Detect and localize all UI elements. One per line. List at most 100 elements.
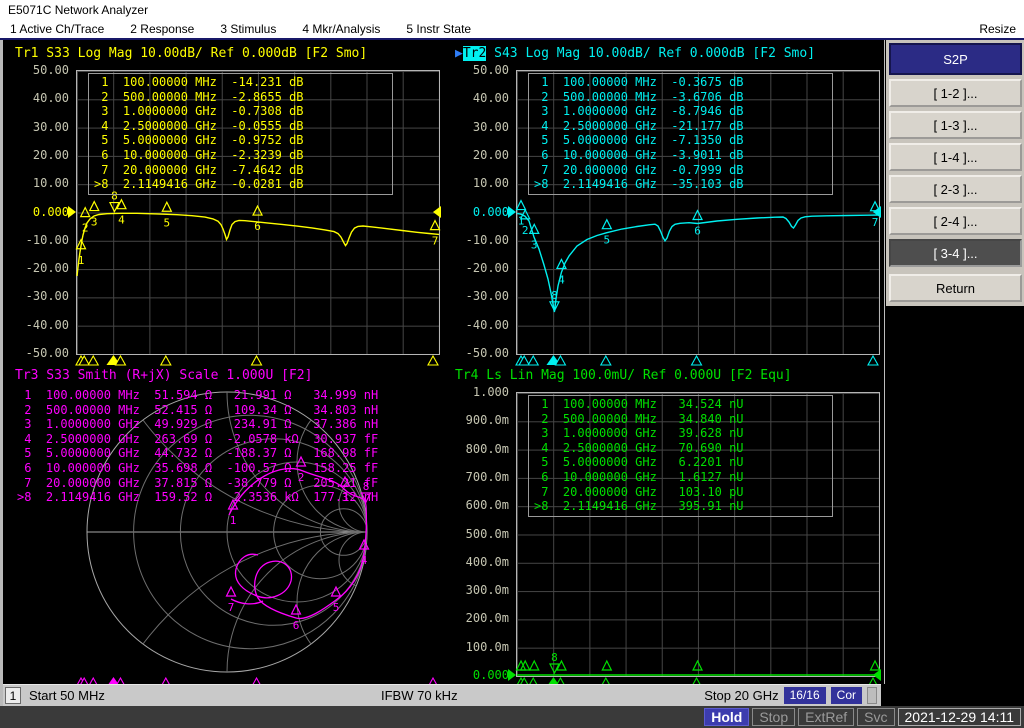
trace-header-tr1[interactable]: Tr1 S33 Log Mag 10.00dB/ Ref 0.000dB [F2… (15, 46, 367, 62)
trace-header-tr3[interactable]: Tr3 S33 Smith (R+jX) Scale 1.000U [F2] (15, 368, 312, 384)
trace-format-label: S43 Log Mag 10.00dB/ Ref 0.000dB [F2 Smo… (486, 46, 816, 61)
menu-item-2[interactable]: 2 Response (130, 20, 194, 38)
softkey-2-4[interactable]: [ 2-4 ]... (889, 207, 1022, 235)
y-axis-label: -50.00 (25, 346, 69, 360)
y-axis-label: -50.00 (465, 346, 509, 360)
y-axis-label: 50.00 (472, 63, 509, 77)
y-axis-label: 300.0m (465, 583, 509, 598)
softkey-3-4[interactable]: [ 3-4 ]... (889, 239, 1022, 267)
marker-table-tr4: 1 100.00000 MHz 34.524 nU 2 500.00000 MH… (528, 395, 833, 517)
y-axis-label: 10.00 (472, 176, 509, 191)
marker-label: 8 (551, 651, 558, 664)
trace-header-tr2[interactable]: ▶Tr2 S43 Log Mag 10.00dB/ Ref 0.000dB [F… (455, 46, 815, 62)
y-axis-label: 600.0m (465, 498, 509, 513)
marker-table-tr3: 1 100.00000 MHz 51.594 Ω 21.991 Ω 34.999… (17, 388, 379, 505)
marker-label: 5 (333, 601, 340, 614)
y-axis-label: -20.00 (25, 261, 69, 276)
marker-label: 7 (228, 601, 235, 614)
y-axis-label: -10.00 (25, 232, 69, 247)
marker-label: 5 (163, 216, 170, 229)
menu-item-3[interactable]: 3 Stimulus (220, 20, 276, 38)
menu-item-5[interactable]: 5 Instr State (406, 20, 471, 38)
trace-name: Tr2 (462, 46, 487, 61)
y-axis-label: 30.00 (32, 119, 69, 134)
stop-indicator[interactable]: Stop (752, 708, 796, 726)
marker-triangle[interactable] (601, 218, 613, 230)
datetime-label: 2021-12-29 14:11 (897, 708, 1021, 726)
marker-table-tr1: 1 100.00000 MHz -14.231 dB 2 500.00000 M… (88, 73, 393, 195)
marker-label: 2 (522, 224, 529, 237)
ref-level-arrow-right (873, 669, 881, 681)
y-axis-label: 700.0m (465, 469, 509, 484)
y-axis-label: 900.0m (465, 413, 509, 428)
trace-name: Tr3 (15, 368, 39, 383)
trace-format-label: S33 Log Mag 10.00dB/ Ref 0.000dB [F2 Smo… (38, 46, 368, 61)
menu-item-4[interactable]: 4 Mkr/Analysis (302, 20, 380, 38)
ifbw-label: IFBW 70 kHz (381, 688, 458, 703)
ref-level-arrow-left (508, 669, 516, 681)
marker-label: 4 (118, 214, 125, 227)
y-axis-label: -10.00 (465, 232, 509, 247)
y-axis-label: 400.0m (465, 554, 509, 569)
window-title: E5071C Network Analyzer (0, 0, 1024, 20)
marker-triangle[interactable] (692, 659, 704, 671)
marker-label: 8 (551, 289, 558, 302)
stop-freq-group: Stop 20 GHz 16/16 Cor (704, 687, 877, 704)
y-axis-label: 10.00 (32, 176, 69, 191)
softkey-sidebar: S2P [ 1-2 ]... [ 1-3 ]... [ 1-4 ]... [ 2-3 ]… (884, 40, 1024, 684)
extref-indicator: ExtRef (798, 708, 855, 726)
marker-triangle[interactable] (161, 200, 173, 212)
trace-header-tr4[interactable]: Tr4 Ls Lin Mag 100.0mU/ Ref 0.000U [F2 E… (455, 368, 792, 384)
y-axis-label: -30.00 (465, 289, 509, 304)
trace-panel-tr4[interactable]: Tr4 Ls Lin Mag 100.0mU/ Ref 0.000U [F2 E… (443, 362, 883, 688)
marker-triangle[interactable] (601, 659, 613, 671)
marker-triangle[interactable] (79, 206, 91, 218)
correction-badge: Cor (830, 687, 862, 704)
y-axis-label: 20.00 (32, 147, 69, 162)
marker-triangle[interactable] (225, 585, 237, 597)
trace-name: Tr4 (455, 368, 479, 383)
marker-triangle[interactable] (252, 204, 264, 216)
marker-label: 6 (293, 619, 300, 632)
marker-triangle[interactable] (290, 603, 302, 615)
marker-label: 3 (91, 216, 98, 229)
softkey-2-3[interactable]: [ 2-3 ]... (889, 175, 1022, 203)
stop-freq-label: Stop 20 GHz (704, 688, 779, 703)
trace-format-label: Ls Lin Mag 100.0mU/ Ref 0.000U [F2 Equ] (478, 368, 792, 383)
trace-panel-tr3[interactable]: Tr3 S33 Smith (R+jX) Scale 1.000U [F2] 1 2… (3, 362, 443, 688)
trace-panel-tr1[interactable]: Tr1 S33 Log Mag 10.00dB/ Ref 0.000dB [F2… (3, 40, 443, 366)
marker-triangle[interactable] (429, 219, 441, 231)
marker-triangle[interactable] (692, 209, 704, 221)
y-axis-label: 20.00 (472, 147, 509, 162)
marker-label: 1 (230, 514, 237, 527)
ref-level-arrow-right (873, 205, 881, 218)
y-axis-label: -30.00 (25, 289, 69, 304)
trace-format-label: S33 Smith (R+jX) Scale 1.000U [F2] (38, 368, 313, 383)
softkey-1-3[interactable]: [ 1-3 ]... (889, 111, 1022, 139)
channel-badge: 1 (5, 687, 21, 704)
resize-label[interactable]: Resize (979, 20, 1016, 38)
ref-level-arrow-left (508, 205, 516, 218)
menu-bar: 1 Active Ch/Trace 2 Response 3 Stimulus 4 M… (0, 20, 1024, 40)
y-axis-label: 200.0m (465, 611, 509, 626)
return-button[interactable]: Return (889, 274, 1022, 302)
status-stub (867, 687, 877, 704)
menu-item-1[interactable]: 1 Active Ch/Trace (10, 20, 104, 38)
softkey-1-4[interactable]: [ 1-4 ]... (889, 143, 1022, 171)
ref-level-arrow-left (68, 205, 76, 218)
softkey-1-2[interactable]: [ 1-2 ]... (889, 79, 1022, 107)
trace-panel-tr2[interactable]: ▶Tr2 S43 Log Mag 10.00dB/ Ref 0.000dB [F… (443, 40, 883, 366)
y-axis-label: 100.0m (465, 639, 509, 654)
y-axis-label: -40.00 (25, 317, 69, 332)
marker-label: 7 (432, 235, 439, 248)
instrument-taskbar: Hold Stop ExtRef Svc 2021-12-29 14:11 (0, 706, 1024, 728)
marker-triangle[interactable] (528, 659, 540, 671)
marker-label: 4 (361, 554, 368, 567)
svc-indicator: Svc (857, 708, 895, 726)
y-axis-label: 500.0m (465, 526, 509, 541)
marker-triangle[interactable] (88, 200, 100, 212)
hold-button[interactable]: Hold (704, 708, 750, 726)
marker-triangle[interactable] (515, 199, 527, 211)
marker-table-tr2: 1 100.00000 MHz -0.3675 dB 2 500.00000 M… (528, 73, 833, 195)
points-badge: 16/16 (783, 687, 826, 704)
